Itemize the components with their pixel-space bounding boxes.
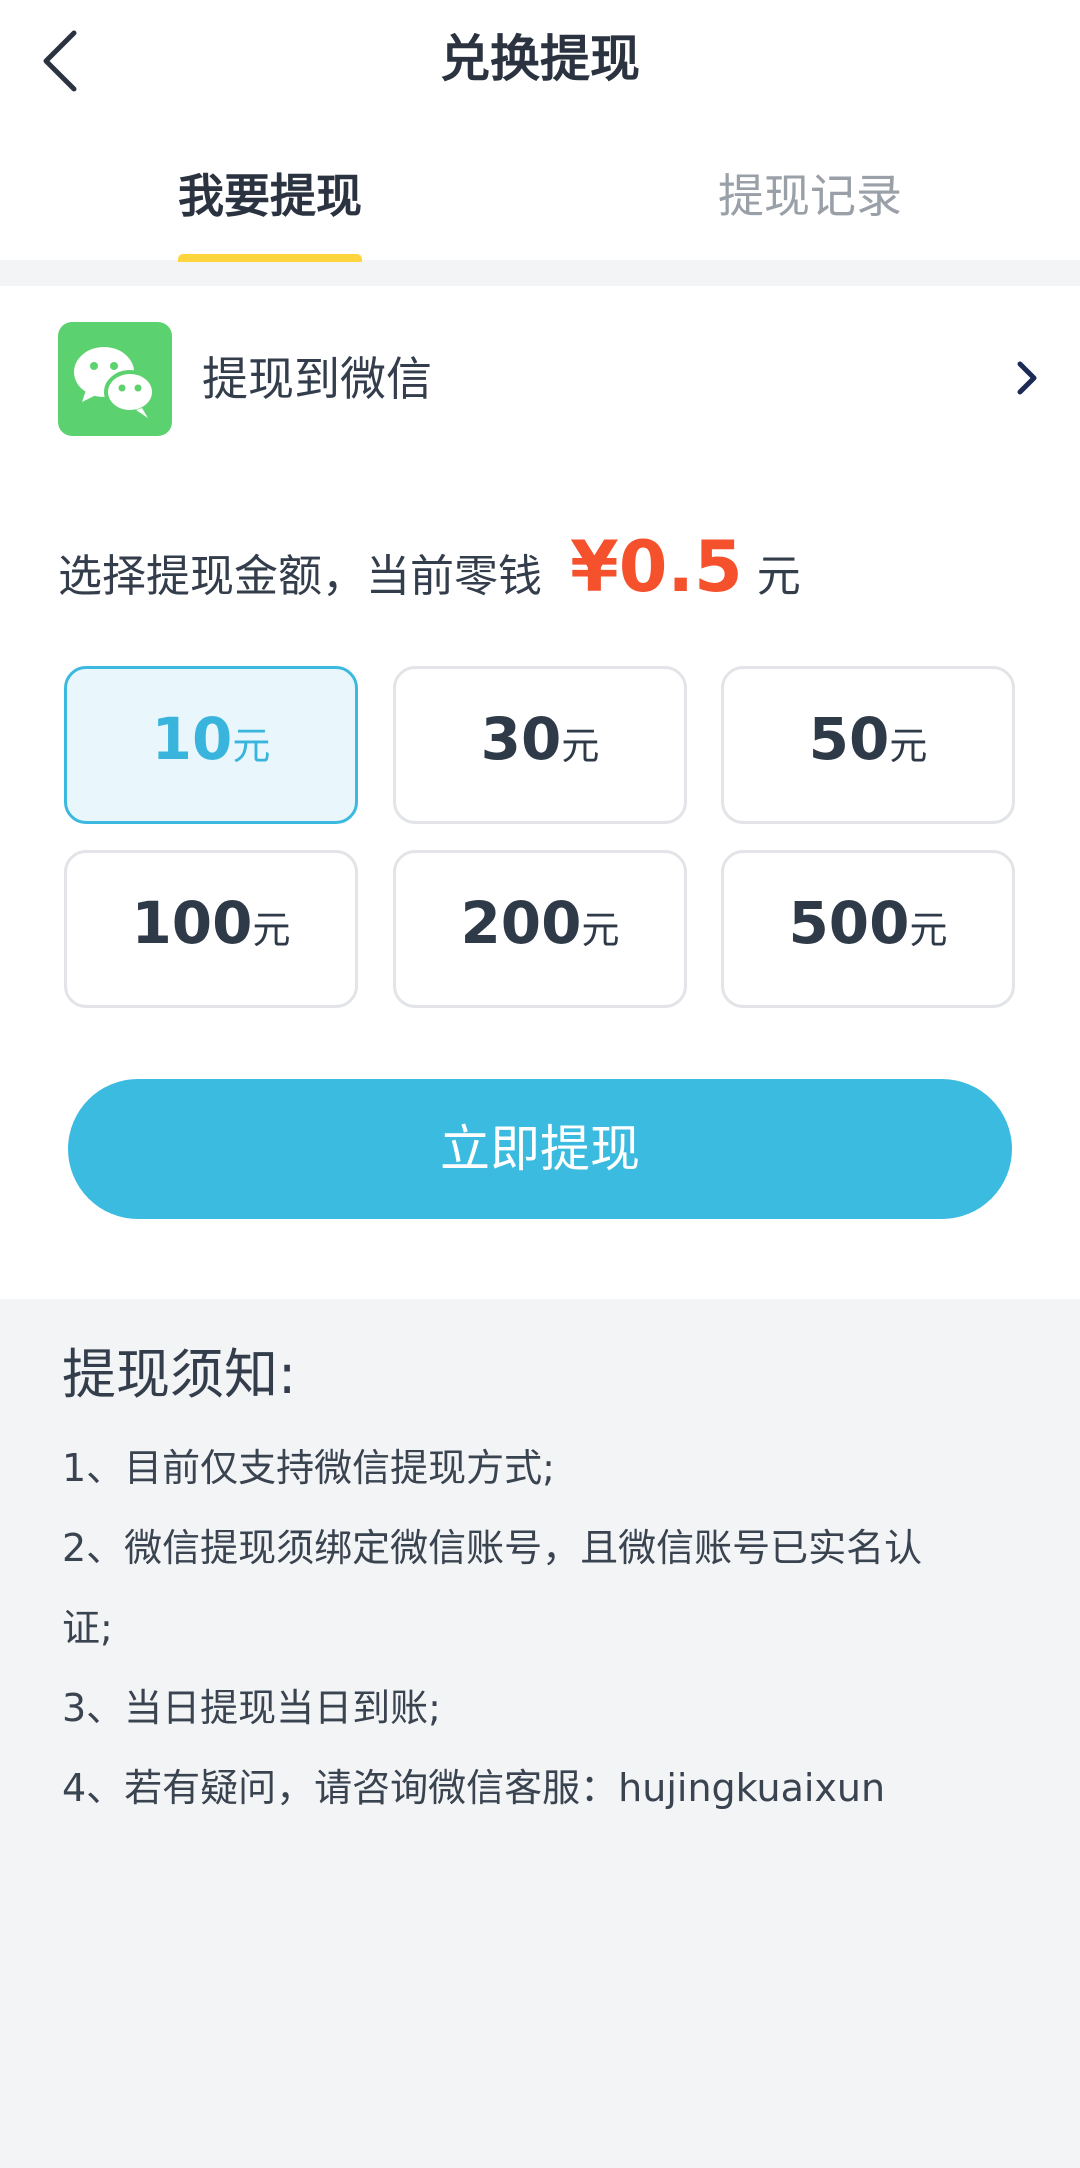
balance-value: ¥0.5: [570, 526, 743, 608]
notice-item: 3、当日提现当日到账;: [62, 1686, 441, 1730]
amount-option-100[interactable]: 100 元: [64, 850, 358, 1008]
amount-option-500[interactable]: 500 元: [721, 850, 1015, 1008]
withdraw-card: 提现到微信 选择提现金额，当前零钱 ¥0.5 元 10 元 30 元 50 元 100…: [0, 286, 1080, 1299]
withdraw-method-row[interactable]: 提现到微信: [0, 286, 1080, 466]
wechat-icon: [58, 322, 172, 436]
section-divider: [0, 262, 1080, 286]
amount-option-value: 10: [151, 705, 233, 773]
notice-item: 2、微信提现须绑定微信账号，且微信账号已实名认: [62, 1526, 923, 1570]
withdraw-now-button[interactable]: 立即提现: [68, 1079, 1012, 1219]
withdraw-notice: 提现须知: 1、目前仅支持微信提现方式; 2、微信提现须绑定微信账号，且微信账号…: [62, 1330, 1022, 1828]
amount-option-10[interactable]: 10 元: [64, 666, 358, 824]
notice-item: 证;: [62, 1606, 113, 1650]
amount-option-value: 30: [480, 705, 562, 773]
amount-option-50[interactable]: 50 元: [721, 666, 1015, 824]
amount-option-unit: 元: [232, 724, 271, 768]
amount-option-unit: 元: [561, 724, 600, 768]
withdraw-method-label: 提现到微信: [202, 352, 432, 406]
amount-option-value: 100: [131, 889, 253, 957]
page-title: 兑换提现: [440, 30, 640, 88]
amount-prompt: 选择提现金额，当前零钱: [58, 551, 542, 602]
tab-withdraw[interactable]: 我要提现: [70, 160, 470, 232]
notice-item: 1、目前仅支持微信提现方式;: [62, 1446, 555, 1490]
tab-withdraw-records[interactable]: 提现记录: [610, 160, 1010, 232]
top-bar: 兑换提现 我要提现 提现记录: [0, 0, 1080, 264]
amount-option-value: 200: [460, 889, 582, 957]
balance-unit: 元: [756, 551, 801, 602]
notice-item: 4、若有疑问，请咨询微信客服：hujingkuaixun: [62, 1766, 886, 1810]
amount-option-unit: 元: [889, 724, 928, 768]
amount-option-value: 50: [808, 705, 890, 773]
amount-line: 选择提现金额，当前零钱 ¥0.5 元: [58, 526, 801, 626]
amount-option-value: 500: [788, 889, 910, 957]
amount-option-200[interactable]: 200 元: [393, 850, 687, 1008]
amount-option-unit: 元: [909, 908, 948, 952]
amount-option-30[interactable]: 30 元: [393, 666, 687, 824]
amount-option-unit: 元: [581, 908, 620, 952]
chevron-right-icon: [1017, 361, 1037, 395]
notice-title: 提现须知:: [62, 1343, 297, 1406]
amount-option-unit: 元: [252, 908, 291, 952]
